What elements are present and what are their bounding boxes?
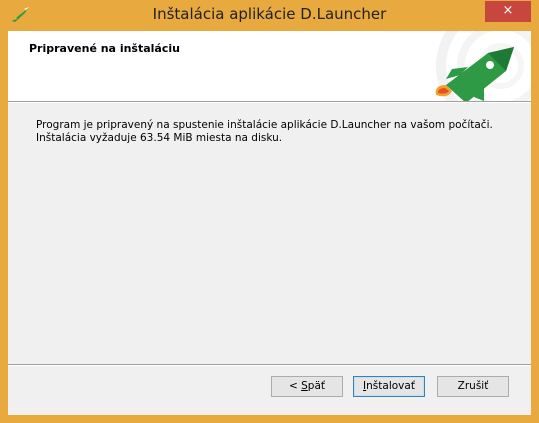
title-bar[interactable]: Inštalácia aplikácie D.Launcher × [0, 0, 539, 31]
page-title: Pripravené na inštaláciu [29, 42, 180, 55]
rocket-logo-icon [435, 47, 514, 101]
wizard-header: Pripravené na inštaláciu [8, 31, 531, 101]
description-text: Program je pripravený na spustenie inšta… [36, 119, 516, 145]
window-title: Inštalácia aplikácie D.Launcher [152, 5, 387, 23]
back-button-mnemonic: S [301, 380, 308, 392]
back-button[interactable]: < Späť [271, 376, 343, 397]
footer-separator-highlight [8, 365, 531, 366]
dialog-client-area: Pripravené na inštaláciu Program je prip… [8, 31, 531, 415]
description-line-1: Program je pripravený na spustenie inšta… [36, 119, 493, 131]
installer-window: Inštalácia aplikácie D.Launcher × Pripra… [0, 0, 539, 423]
description-line-2: Inštalácia vyžaduje 63.54 MiB miesta na … [36, 132, 283, 144]
back-button-label: päť [307, 380, 326, 392]
back-button-prefix: < [288, 380, 302, 392]
close-button[interactable]: × [485, 1, 531, 22]
install-button-label: nštalovať [366, 380, 415, 392]
cancel-button[interactable]: Zrušiť [437, 376, 509, 397]
install-button[interactable]: Inštalovať [353, 376, 425, 397]
header-separator-highlight [8, 102, 531, 103]
